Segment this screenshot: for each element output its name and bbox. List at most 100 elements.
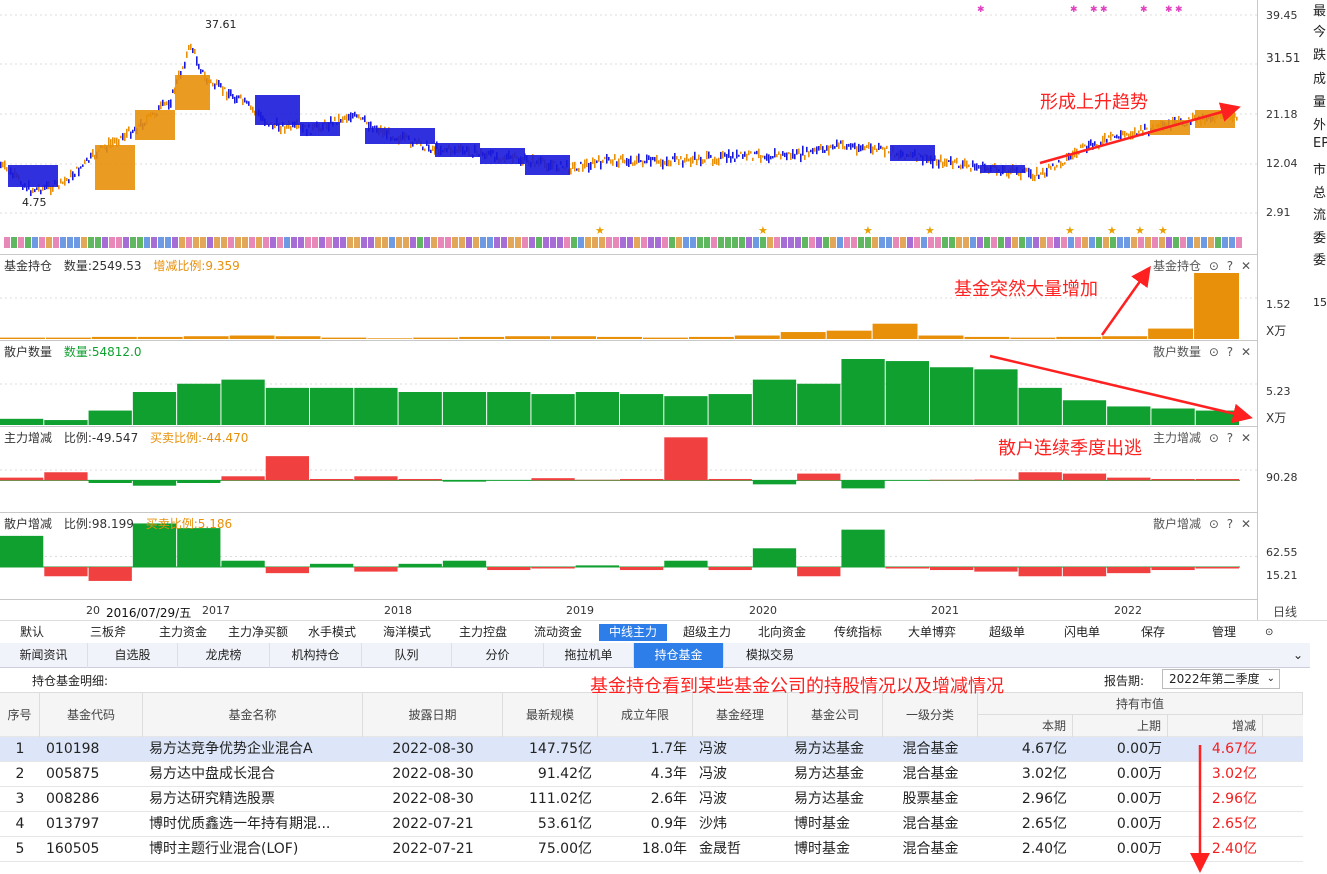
signal-marker [1089,237,1095,248]
tab[interactable]: 自选股 [88,643,178,668]
x-label: 2020 [749,604,777,617]
tab[interactable]: 模拟交易 [724,643,816,668]
tab[interactable]: 队列 [362,643,452,668]
toolbar-item[interactable]: 水手模式 [302,624,362,641]
toolbar-item[interactable]: 流动资金 [528,624,588,641]
signal-marker [473,237,479,248]
candle [744,151,746,157]
signal-marker [956,237,962,248]
close-icon[interactable]: ✕ [1241,517,1251,531]
col-header[interactable]: 基金名称 [143,693,363,738]
toolbar-item[interactable]: 三板斧 [84,624,132,641]
candle [364,115,366,123]
candle [570,168,572,175]
candle [606,153,608,164]
candle [216,79,218,86]
bar [918,335,964,339]
retail-count-pane[interactable]: 散户数量 数量:54812.0 散户数量 ⊙ ? ✕ [0,341,1257,427]
table-row[interactable]: 1 010198 易方达竞争优势企业混合A 2022-08-30 147.75亿 1.7年… [0,737,1303,762]
toolbar-item[interactable]: 主力控盘 [453,624,513,641]
toolbar-item-active[interactable]: 中线主力 [599,624,667,641]
col-header[interactable]: 本期 [978,715,1073,738]
tab[interactable]: 新闻资讯 [0,643,88,668]
bar [310,387,354,425]
close-icon[interactable]: ✕ [1241,259,1251,273]
candlestick-chart[interactable]: ★ ★ ★ ★ ★ ★ ★ ★✱ ✱ ✱ ✱ ✱ ✱ ✱ [0,0,1257,255]
toolbar-item[interactable]: 超级主力 [677,624,737,641]
table-row[interactable]: 3 008286 易方达研究精选股票 2022-08-30 111.02亿 2.6年 冯波 易… [0,787,1303,812]
toolbar-item[interactable]: 传统指标 [828,624,888,641]
col-header[interactable]: 一级分类 [883,693,978,738]
bar [872,323,918,339]
candle [230,89,232,97]
candle [90,152,92,159]
col-header[interactable]: 上期 [1073,715,1168,738]
toolbar-item[interactable]: 大单博弈 [902,624,962,641]
candle [1026,167,1028,172]
candle [688,158,690,162]
col-header[interactable]: 基金代码 [40,693,143,738]
price-chart-pane[interactable]: ★ ★ ★ ★ ★ ★ ★ ★ ✱ ✱ ✱ ✱ ✱ ✱ ✱ 37.61 4.75 [0,0,1257,255]
toolbar-item[interactable]: 超级单 [983,624,1031,641]
signal-marker [123,237,129,248]
candle [736,149,738,159]
close-icon[interactable]: ✕ [1241,345,1251,359]
toolbar-item[interactable]: 保存 [1135,624,1171,641]
toolbar-item[interactable]: 北向资金 [752,624,812,641]
signal-marker [872,237,878,248]
candle [572,162,574,169]
candle [242,98,244,106]
toolbar-item[interactable]: 闪电单 [1058,624,1106,641]
col-header[interactable]: 基金经理 [693,693,788,738]
bar [664,437,708,481]
help-icon[interactable]: ? [1227,259,1233,273]
toolbar-item[interactable]: 默认 [14,624,50,641]
help-icon[interactable]: ? [1227,431,1233,445]
help-icon[interactable]: ? [1227,517,1233,531]
candle [576,168,578,171]
bar [44,420,88,425]
col-header[interactable]: 成立年限 [598,693,693,738]
signal-marker [312,237,318,248]
col-header[interactable]: 序号 [0,693,40,738]
candle [298,124,300,129]
tab-active[interactable]: 持仓基金 [634,643,724,668]
tab[interactable]: 拖拉机单 [544,643,634,668]
collapse-icon[interactable]: ⊙ [1259,624,1279,641]
toolbar-item[interactable]: 主力净买额 [222,624,294,641]
quote-label: 总 [1313,186,1327,201]
bar [88,480,132,484]
candle [740,151,742,154]
bar [575,479,619,481]
help-icon[interactable]: ? [1227,345,1233,359]
settings-icon[interactable]: ⊙ [1209,517,1219,531]
col-header[interactable]: 基金公司 [788,693,883,738]
bar [841,529,885,567]
signal-marker [102,237,108,248]
bar [734,335,780,339]
settings-icon[interactable]: ⊙ [1209,431,1219,445]
table-cell: 0.9年 [650,816,687,832]
tab[interactable]: 机构持仓 [270,643,362,668]
retail-change-pane[interactable]: 散户增减 比例:98.199 买卖比例:5.186 散户增减 ⊙ ? ✕ [0,513,1257,600]
chevron-down-icon[interactable]: ⌄ [1288,643,1308,668]
col-header[interactable]: 最新规模 [503,693,598,738]
toolbar-item[interactable]: 主力资金 [153,624,213,641]
col-header[interactable]: 披露日期 [363,693,503,738]
toolbar-item[interactable]: 海洋模式 [377,624,437,641]
candle [642,160,644,168]
table-row[interactable]: 2 005875 易方达中盘成长混合 2022-08-30 91.42亿 4.3年 冯波 易方… [0,762,1303,787]
toolbar-item[interactable]: 管理 [1206,624,1242,641]
settings-icon[interactable]: ⊙ [1209,345,1219,359]
table-row[interactable]: 4 013797 博时优质鑫选一年持有期混... 2022-07-21 53.61亿 0.… [0,812,1303,837]
table-row[interactable]: 5 160505 博时主题行业混合(LOF) 2022-07-21 75.00亿 18.0… [0,837,1303,862]
table-cell: 冯波 [699,766,727,782]
signal-marker [998,237,1004,248]
tab[interactable]: 龙虎榜 [178,643,270,668]
settings-icon[interactable]: ⊙ [1209,259,1219,273]
report-period-select[interactable]: 2022年第二季度 ⌄ [1162,669,1280,689]
retailchg-buy-ratio: 买卖比例:5.186 [145,517,233,531]
col-header[interactable]: 增减 [1168,715,1263,738]
tab[interactable]: 分价 [452,643,544,668]
close-icon[interactable]: ✕ [1241,431,1251,445]
